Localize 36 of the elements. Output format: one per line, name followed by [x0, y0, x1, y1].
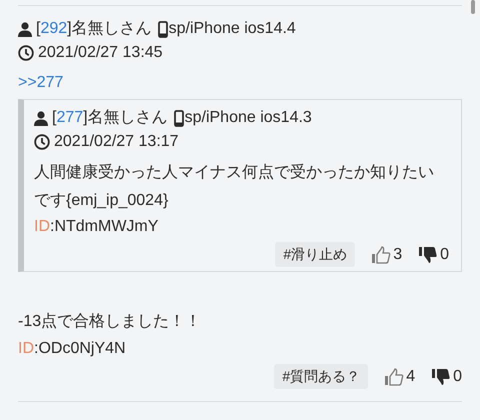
phone-icon: [158, 20, 168, 38]
poster-name: 名無しさん: [72, 19, 152, 39]
bracket-text: ]: [83, 108, 88, 128]
like-count: 4: [406, 366, 416, 386]
bracket-text: [: [52, 108, 56, 128]
post-number-link[interactable]: 277: [56, 106, 84, 130]
post-body: -13点で合格しました！！: [18, 312, 202, 332]
post-number-link[interactable]: 292: [40, 17, 68, 41]
dislike-count: 0: [440, 244, 449, 264]
id-label: ID: [34, 217, 50, 237]
thumbs-down-icon: [418, 246, 438, 264]
thumbs-up-icon: [371, 246, 392, 264]
hashtag-chip[interactable]: #質問ある？: [274, 364, 368, 389]
like-count: 3: [393, 244, 402, 264]
post-time: 2021/02/27 13:45: [38, 43, 163, 63]
user-icon: [34, 110, 48, 126]
hashtag-chip[interactable]: #滑り止め: [275, 242, 356, 267]
device-text: sp/iPhone ios14.4: [168, 19, 296, 39]
poster-name: 名無しさん: [88, 108, 168, 128]
post-body: 人間健康受かった人マイナス何点で受かったか知りたいです{emj_ip_0024}: [34, 162, 435, 211]
device-text: sp/iPhone ios14.3: [184, 108, 312, 128]
thumbs-down-icon: [431, 368, 452, 386]
dislike-count: 0: [453, 366, 462, 386]
clock-icon: [18, 45, 34, 61]
post-time: 2021/02/27 13:17: [54, 132, 179, 152]
id-label: ID: [18, 339, 34, 359]
phone-icon: [174, 110, 184, 126]
bracket-text: [: [36, 19, 40, 39]
user-id: :NTdmMWJmY: [50, 217, 158, 237]
user-id: :ODc0NjY4N: [34, 339, 126, 359]
user-icon: [18, 22, 32, 36]
scrollbar-thumb: [471, 0, 475, 14]
thumbs-up-icon: [384, 368, 404, 386]
bracket-text: ]: [67, 19, 72, 39]
clock-icon: [34, 134, 50, 150]
reply-anchor-link[interactable]: >>277: [18, 71, 64, 95]
